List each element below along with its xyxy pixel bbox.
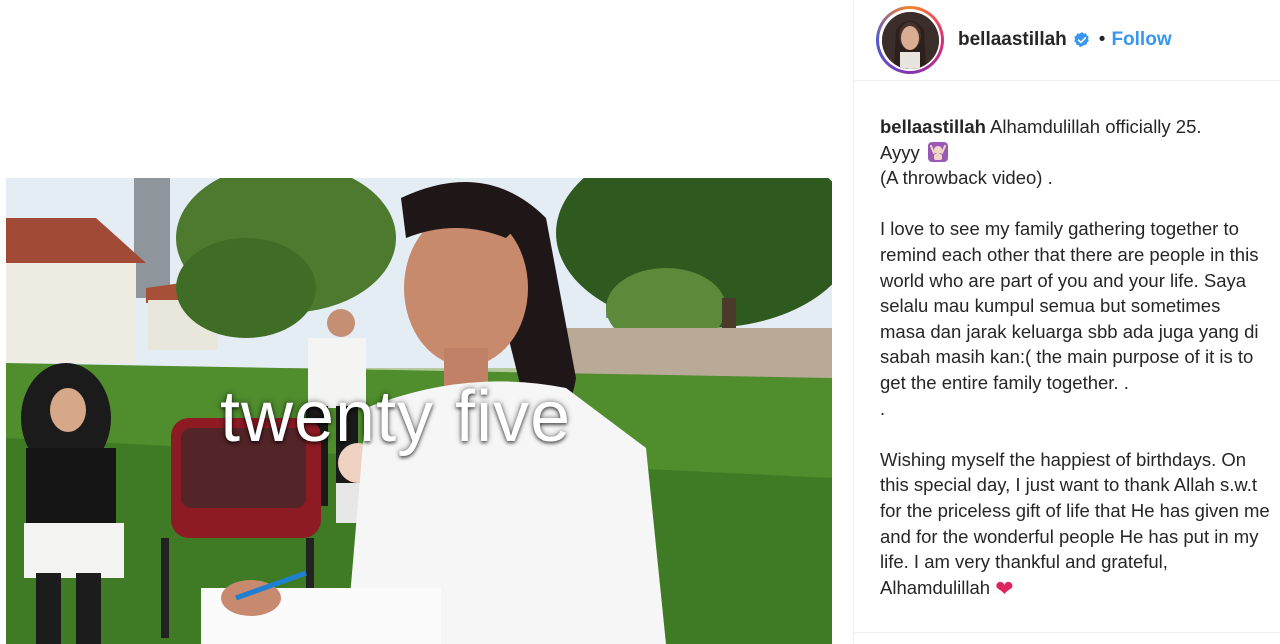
story-ring[interactable] (876, 6, 944, 74)
red-heart-emoji-icon: ❤ (995, 575, 1014, 601)
avatar-image (881, 11, 939, 69)
post-media-area: twenty five (0, 0, 853, 644)
follow-button[interactable]: Follow (1111, 29, 1171, 51)
person-raising-hands-emoji-icon (927, 141, 949, 163)
caption-line-1: bellaastillah Alhamdulillah officially 2… (880, 114, 1270, 140)
caption-text-4: I love to see my family gathering togeth… (880, 218, 1259, 393)
caption-line-2: Ayyy (880, 140, 1270, 166)
post-video[interactable]: twenty five (6, 178, 832, 644)
verified-badge-icon (1073, 31, 1091, 49)
avatar[interactable] (881, 11, 939, 69)
caption-text-3: (A throwback video) . (880, 167, 1053, 189)
post-sidebar: bellaastillah • Follow bellaastillah Alh… (853, 0, 1280, 644)
post-caption: bellaastillah Alhamdulillah officially 2… (880, 114, 1270, 601)
video-overlay-text: twenty five (220, 377, 572, 457)
caption-text-5: . (880, 397, 886, 419)
post-header: bellaastillah • Follow (854, 0, 1280, 81)
header-username[interactable]: bellaastillah (958, 29, 1067, 51)
caption-text-1: Alhamdulillah officially 25. (990, 116, 1202, 137)
caption-text-2: Ayyy (880, 141, 920, 163)
caption-username[interactable]: bellaastillah (880, 116, 986, 137)
caption-text-6: Wishing myself the happiest of birthdays… (880, 448, 1270, 598)
caption-divider (854, 632, 1280, 633)
header-separator: • (1098, 29, 1106, 50)
caption-line-6: Wishing myself the happiest of birthdays… (880, 447, 1270, 602)
